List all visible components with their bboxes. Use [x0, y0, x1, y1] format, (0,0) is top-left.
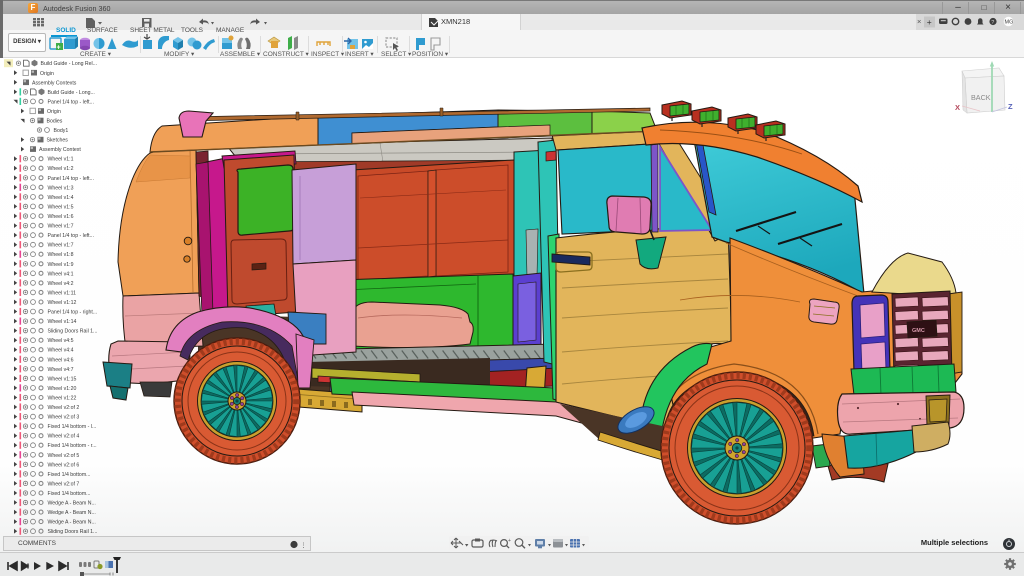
svg-text:BACK: BACK: [971, 93, 991, 102]
svg-text:Panel 1/4 top - left...: Panel 1/4 top - left...: [48, 176, 94, 182]
svg-text:Wedge A - Beam N...: Wedge A - Beam N...: [48, 501, 96, 507]
svg-text:Wedge A - Beam N...: Wedge A - Beam N...: [48, 510, 96, 516]
svg-text:Assembly Contexts: Assembly Contexts: [32, 80, 77, 86]
svg-text:Wheel v4:4: Wheel v4:4: [48, 348, 74, 354]
svg-text:Panel 1/4 top - right...: Panel 1/4 top - right...: [48, 310, 98, 316]
svg-text:Wheel v1:4: Wheel v1:4: [48, 195, 74, 201]
svg-text:Fixed 1/4 bottom...: Fixed 1/4 bottom...: [48, 472, 91, 478]
svg-text:Wheel v1:6: Wheel v1:6: [48, 214, 74, 220]
svg-text:Wheel v1:14: Wheel v1:14: [48, 319, 77, 325]
svg-text:Panel 1/4 top - left...: Panel 1/4 top - left...: [48, 233, 94, 239]
svg-text:Fixed 1/4 bottom...: Fixed 1/4 bottom...: [48, 491, 91, 497]
svg-text:Fixed 1/4 bottom - r...: Fixed 1/4 bottom - r...: [48, 443, 97, 449]
svg-text:Bodies: Bodies: [47, 119, 63, 125]
svg-text:Wedge A - Beam N...: Wedge A - Beam N...: [48, 520, 96, 526]
svg-text:Wheel v2:of 2: Wheel v2:of 2: [48, 405, 80, 411]
svg-text:Wheel v2:of 4: Wheel v2:of 4: [48, 434, 80, 440]
svg-text:Wheel v2:of 5: Wheel v2:of 5: [48, 453, 80, 459]
svg-text:Fixed 1/4 bottom - l...: Fixed 1/4 bottom - l...: [48, 424, 97, 430]
svg-text:Wheel v4:1: Wheel v4:1: [48, 271, 74, 277]
svg-text:Wheel v4:5: Wheel v4:5: [48, 338, 74, 344]
svg-text:Wheel v2:of 6: Wheel v2:of 6: [48, 462, 80, 468]
svg-text:Wheel v1:12: Wheel v1:12: [48, 300, 77, 306]
svg-text:Wheel v1:11: Wheel v1:11: [48, 290, 77, 296]
svg-text:+: +: [508, 538, 511, 544]
svg-text:Wheel v1:22: Wheel v1:22: [48, 396, 77, 402]
svg-text:Z: Z: [1008, 102, 1013, 111]
svg-text:Wheel v2:of 3: Wheel v2:of 3: [48, 415, 80, 421]
svg-text:Wheel v1:20: Wheel v1:20: [48, 386, 77, 392]
svg-text:Sketches: Sketches: [47, 138, 69, 144]
svg-text:Wheel v1:3: Wheel v1:3: [48, 185, 74, 191]
svg-text:Origin: Origin: [40, 71, 54, 77]
svg-text:Build Guide - Long...: Build Guide - Long...: [48, 90, 95, 96]
svg-text:Wheel v1:7: Wheel v1:7: [48, 243, 74, 249]
svg-text:Wheel v1:7: Wheel v1:7: [48, 224, 74, 230]
svg-text:X: X: [955, 103, 960, 112]
svg-text:Origin: Origin: [47, 109, 61, 115]
svg-text:Wheel v1:2: Wheel v1:2: [48, 166, 74, 172]
svg-text:Wheel v1:9: Wheel v1:9: [48, 262, 74, 268]
svg-text:Wheel v4:2: Wheel v4:2: [48, 281, 74, 287]
svg-text:⋮: ⋮: [300, 543, 307, 550]
svg-text:Wheel v1:5: Wheel v1:5: [48, 204, 74, 210]
svg-text:Build Guide - Long Rel...: Build Guide - Long Rel...: [41, 61, 98, 67]
svg-text:Wheel v1:1: Wheel v1:1: [48, 157, 74, 163]
svg-text:Wheel v1:15: Wheel v1:15: [48, 376, 77, 382]
svg-text:Sliding Doors Rail 1...: Sliding Doors Rail 1...: [48, 529, 98, 535]
svg-text:Assembly Context: Assembly Context: [39, 147, 81, 153]
svg-text:Sliding Doors Rail 1...: Sliding Doors Rail 1...: [48, 329, 98, 335]
svg-text:Body1: Body1: [54, 128, 69, 134]
svg-text:Wheel v4:6: Wheel v4:6: [48, 357, 74, 363]
svg-text:Wheel v4:7: Wheel v4:7: [48, 367, 74, 373]
svg-text:Panel 1/4 top - left...: Panel 1/4 top - left...: [48, 99, 94, 105]
svg-text:GMC: GMC: [912, 328, 925, 334]
svg-text:Wheel v2:of 7: Wheel v2:of 7: [48, 481, 80, 487]
svg-text:Wheel v1:8: Wheel v1:8: [48, 252, 74, 258]
